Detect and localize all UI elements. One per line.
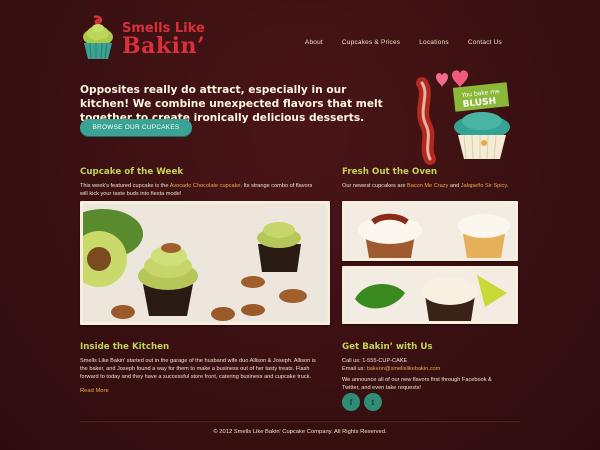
main-nav: About Cupcakes & Prices Locations Contac… [305,39,502,46]
week-text-1: This week's featured cupcake is the [80,183,170,189]
footer-copyright: © 2012 Smells Like Bakin' Cupcake Compan… [213,429,387,435]
twitter-icon[interactable]: t [364,393,382,411]
nav-cupcakes-prices[interactable]: Cupcakes & Prices [342,39,400,46]
fresh-text-3: . [506,183,509,189]
nav-contact-us[interactable]: Contact Us [468,39,502,46]
facebook-icon[interactable]: f [342,393,360,411]
inside-the-kitchen-text: Smells Like Bakin' started out in the ga… [80,358,316,381]
site-logo[interactable]: Smells Like Bakin’ [80,14,240,64]
avocado-chocolate-link[interactable]: Avocado Chocolate cupcake [170,183,241,189]
footer-divider [80,420,520,421]
fresh-text-1: Our newest cupcakes are [342,183,407,189]
bacon-cupcake-illustration: You bake me BLUSH [416,70,510,165]
page: Smells Like Bakin’ About Cupcakes & Pric… [0,0,600,450]
fresh-out-the-oven-text: Our newest cupcakes are Bacon Me Crazy a… [342,182,520,190]
featured-cupcake-photo [80,201,330,325]
jalapeno-cupcake-photo [342,266,518,324]
heart-icon [436,73,448,87]
email-link[interactable]: bakeon@smellslikebakin.com [367,366,441,372]
contact-email: Email us: bakeon@smellslikebakin.com [342,365,522,373]
cupcake-of-the-week-title: Cupcake of the Week [80,167,184,177]
brand-line2: Bakin’ [122,32,206,59]
bacon-me-crazy-link[interactable]: Bacon Me Crazy [407,183,448,189]
heart-icon [452,70,468,88]
cupcake-of-the-week-text: This week's featured cupcake is the Avoc… [80,182,320,198]
nav-locations[interactable]: Locations [419,39,449,46]
fresh-out-the-oven-title: Fresh Out the Oven [342,167,438,177]
inside-the-kitchen-title: Inside the Kitchen [80,342,170,352]
fresh-text-2: and [448,183,461,189]
jalapeno-sir-spicy-link[interactable]: Jalapeño Sir Spicy [461,183,507,189]
bacon-cupcake-photo [342,201,518,261]
contact-announcement: We announce all of our new flavors first… [342,377,492,392]
brand-name: Smells Like Bakin’ [122,22,205,57]
contact-phone: Call us: 1-555-CUP-CAKE [342,358,408,364]
read-more-link[interactable]: Read More [80,388,109,394]
get-bakin-title: Get Bakin’ with Us [342,342,433,352]
nav-about[interactable]: About [305,39,323,46]
cupcake-logo-icon [83,15,113,60]
browse-cupcakes-button[interactable]: BROWSE OUR CUPCAKES [80,119,192,136]
email-prefix: Email us: [342,366,367,372]
